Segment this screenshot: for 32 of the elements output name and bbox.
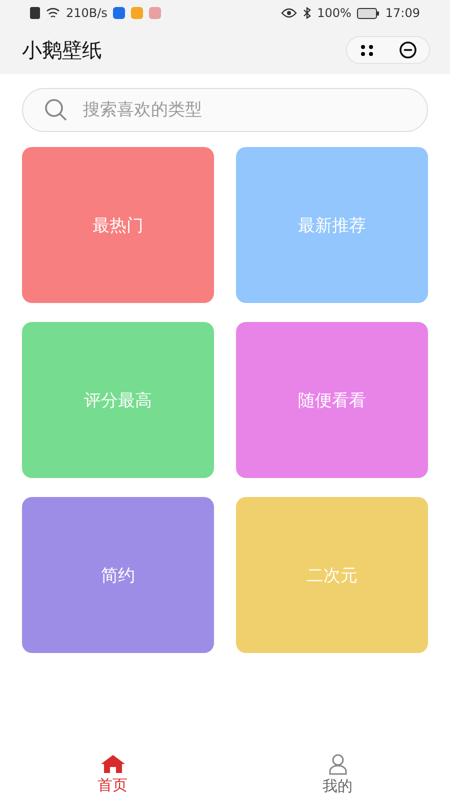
- search-field[interactable]: 搜索喜欢的类型: [22, 88, 428, 132]
- category-label: 最热门: [92, 214, 144, 236]
- app-icon: [149, 7, 162, 19]
- clock-time: 17:09: [385, 6, 420, 20]
- category-label: 随便看看: [298, 390, 366, 412]
- category-label: 简约: [101, 564, 135, 586]
- nav-tab[interactable]: 我的: [225, 748, 450, 800]
- search-icon: [44, 98, 68, 122]
- tab-label: 首页: [98, 776, 128, 794]
- close-icon[interactable]: [398, 41, 416, 59]
- category-label: 最新推荐: [298, 214, 366, 236]
- category-card[interactable]: 最新推荐: [236, 147, 428, 303]
- category-label: 评分最高: [84, 390, 152, 412]
- category-card[interactable]: 最热门: [22, 147, 214, 303]
- more-icon[interactable]: [360, 44, 374, 56]
- category-card[interactable]: 评分最高: [22, 322, 214, 478]
- app-icon: [113, 7, 126, 19]
- category-card[interactable]: 二次元: [236, 497, 428, 653]
- network-speed: 210B/s: [66, 6, 108, 20]
- home-icon: [100, 754, 126, 774]
- battery-percent: 100%: [317, 6, 352, 20]
- eye-icon: [281, 8, 298, 18]
- battery-icon: [357, 8, 380, 18]
- category-card[interactable]: 随便看看: [236, 322, 428, 478]
- tab-label: 我的: [322, 776, 352, 796]
- category-card[interactable]: 简约: [22, 497, 214, 653]
- category-label: 二次元: [306, 564, 358, 586]
- app-title: 小鹅壁纸: [22, 36, 102, 64]
- wifi-icon: [46, 7, 60, 19]
- person-icon: [326, 752, 348, 774]
- nav-tab[interactable]: 首页: [0, 748, 225, 800]
- bluetooth-icon: [303, 7, 312, 19]
